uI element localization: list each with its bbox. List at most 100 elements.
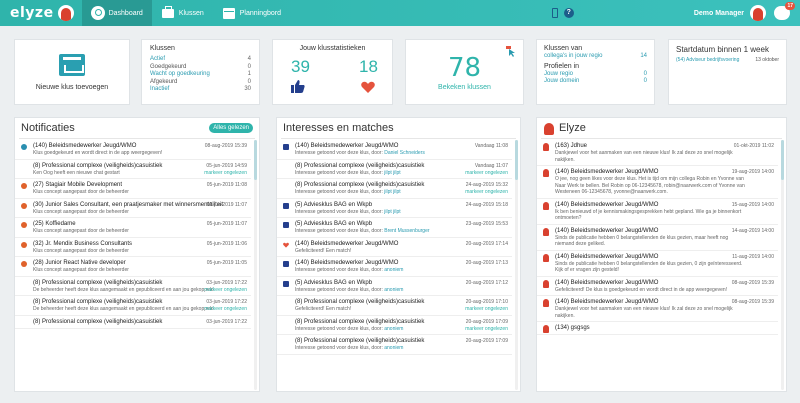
- notification-item[interactable]: (8) Professional complexe (veiligheids)c…: [15, 316, 251, 329]
- interest-text: Interesse getoond voor deze klus, door: …: [295, 287, 508, 294]
- notification-item[interactable]: (27) Stagiair Mobile Development Klus con…: [15, 179, 251, 199]
- elyze-scrollbar[interactable]: [781, 140, 784, 390]
- help-icon[interactable]: ?: [563, 8, 574, 18]
- interest-item[interactable]: (8) Professional complexe (veiligheids)c…: [277, 296, 512, 316]
- klussen-row-afgekeurd[interactable]: Afgekeurd 0: [150, 79, 251, 87]
- notification-item[interactable]: (8) Professional complexe (veiligheids)c…: [15, 277, 251, 296]
- elyze-message-date: 08-aug-2019 15:39: [731, 279, 774, 286]
- interest-person-link[interactable]: Brent Mussenburger: [384, 228, 429, 234]
- interest-date: Vandaag 11:08: [474, 143, 508, 149]
- interest-person-link[interactable]: Daniel Schneiders: [384, 150, 425, 156]
- interest-item[interactable]: (140) Beleidsmedewerker Jeugd/WMO Gefelic…: [277, 238, 512, 257]
- startdate-row[interactable]: (54) Adviseur bedrijfsvoering 13 oktober: [676, 57, 779, 63]
- notification-item[interactable]: (30) Junior Sales Consultant, een praatj…: [15, 199, 251, 218]
- elyze-message[interactable]: (140) Beleidsmedewerker Jeugd/WMO Sinds d…: [537, 225, 778, 251]
- elyze-avatar-icon: [543, 169, 549, 177]
- mark-unread-link[interactable]: markeer ongelezen: [465, 170, 508, 176]
- top-right: ? Demo Manager 17: [551, 0, 795, 26]
- klussen-row-value: 0: [247, 63, 251, 70]
- elyze-message[interactable]: (134) gsgsgs: [537, 322, 778, 335]
- notification-item[interactable]: (25) Koffiedame Klus concept aangepast do…: [15, 218, 251, 238]
- region-card: Klussen van collega's in jouw regio 14 Pr…: [536, 39, 655, 105]
- mark-unread-link[interactable]: markeer ongelezen: [204, 306, 247, 312]
- interest-item[interactable]: (8) Professional complexe (veiligheids)c…: [277, 160, 512, 179]
- elyze-avatar-icon: [543, 253, 549, 262]
- interest-item[interactable]: (8) Professional complexe (veiligheids)c…: [277, 179, 512, 199]
- klussen-row-wacht[interactable]: Wacht op goedkeuring 1: [150, 71, 251, 79]
- startdate-card: Startdatum binnen 1 week (54) Adviseur b…: [668, 39, 787, 105]
- user-name[interactable]: Demo Manager: [694, 10, 744, 17]
- notifications-panel: Notificaties Alles gelezen (140) Beleids…: [14, 117, 260, 392]
- notification-item[interactable]: (32) Jr. Mendix Business Consultants Klus…: [15, 238, 251, 257]
- mark-all-read-button[interactable]: Alles gelezen: [209, 123, 253, 133]
- notifications-scrollbar[interactable]: [254, 140, 257, 390]
- interests-scrollbar[interactable]: [515, 140, 518, 390]
- stats-title: Jouw klusstatistieken: [299, 45, 366, 52]
- klussen-row-label: Goedgekeurd: [150, 63, 187, 70]
- notification-item[interactable]: (8) Professional complexe (veiligheids)c…: [15, 296, 251, 316]
- status-dot-icon: [21, 261, 27, 267]
- elyze-message[interactable]: (163) Jdhue Dankjewel voor het aanmaken v…: [537, 140, 778, 166]
- notification-item[interactable]: (28) Junior React Native developer Klus c…: [15, 257, 251, 277]
- user-avatar[interactable]: [750, 5, 766, 21]
- interest-person-link[interactable]: anoniem: [384, 267, 403, 273]
- region-domain-row[interactable]: Jouw domein 0: [544, 78, 647, 85]
- main-nav: Dashboard Klussen Planningbord: [81, 0, 290, 26]
- logo[interactable]: elyze: [10, 5, 54, 21]
- interest-item[interactable]: (140) Beleidsmedewerker Jeugd/WMO Interes…: [277, 257, 512, 277]
- elyze-message-text: Gefeliciteerd! De klus is goedgekeurd en…: [555, 286, 728, 293]
- interest-text: Interesse getoond voor deze klus, door: …: [295, 345, 508, 352]
- chat-icon[interactable]: 17: [774, 2, 795, 20]
- interest-person-link[interactable]: jilpt jilpt: [384, 170, 400, 176]
- mark-unread-link[interactable]: markeer ongelezen: [465, 306, 508, 312]
- interest-item[interactable]: (8) Professional complexe (veiligheids)c…: [277, 316, 512, 335]
- nav-dashboard[interactable]: Dashboard: [81, 0, 152, 26]
- notification-item[interactable]: (8) Professional complexe (veiligheids)c…: [15, 160, 251, 179]
- klussen-row-goedgekeurd[interactable]: Goedgekeurd 0: [150, 64, 251, 72]
- phone-icon[interactable]: [551, 8, 558, 18]
- interest-text: Interesse getoond voor deze klus, door: …: [295, 228, 508, 235]
- interest-item[interactable]: (5) Adviesklus BAG en Wkpb Interesse geto…: [277, 218, 512, 238]
- notification-date: 03-jun-2019 17:22: [206, 279, 247, 286]
- region-own-row[interactable]: Jouw regio 0: [544, 71, 647, 78]
- stats-card: Jouw klusstatistieken 39 18: [272, 39, 393, 105]
- interest-person-link[interactable]: jilpt jilpt: [384, 189, 400, 195]
- interest-text-label: Interesse getoond voor deze klus, door:: [295, 228, 383, 234]
- notification-date: 05-jun-2019 11:06: [206, 240, 247, 247]
- elyze-message-date: 11-aug-2019 14:00: [732, 253, 774, 260]
- notification-date: 05-jun-2019 11:07: [206, 221, 247, 227]
- interest-person-link[interactable]: jilpt jilpt: [384, 209, 400, 215]
- nav-planningbord[interactable]: Planningbord: [213, 0, 290, 26]
- status-dot-icon: [21, 164, 27, 170]
- klussen-row-actief[interactable]: Actief 4: [150, 56, 251, 64]
- interest-date: 20-aug-2019 17:14: [465, 240, 508, 247]
- interest-person-link[interactable]: anoniem: [384, 326, 403, 332]
- klussen-row-inactief[interactable]: Inactief 30: [150, 86, 251, 94]
- region-profiles-title: Profielen in: [544, 63, 580, 70]
- startdate-title: Startdatum binnen 1 week: [676, 45, 769, 54]
- elyze-message[interactable]: (140) Beleidsmedewerker Jeugd/WMO Dankjew…: [537, 296, 778, 322]
- interest-text: Gefeliciteerd! Een match!: [295, 248, 508, 255]
- interest-item[interactable]: (5) Adviesklus BAG en Wkpb Interesse geto…: [277, 199, 512, 218]
- elyze-message[interactable]: (140) Beleidsmedewerker Jeugd/WMO Gefelic…: [537, 277, 778, 296]
- viewed-jobs-count: 78: [447, 53, 482, 83]
- interest-item[interactable]: (8) Professional complexe (veiligheids)c…: [277, 335, 512, 355]
- mark-unread-link[interactable]: markeer ongelezen: [465, 189, 508, 195]
- elyze-message[interactable]: (140) Beleidsmedewerker Jeugd/WMO O jee, …: [537, 166, 778, 199]
- mark-unread-link[interactable]: markeer ongelezen: [465, 326, 508, 332]
- interest-person-link[interactable]: anoniem: [384, 287, 403, 293]
- elyze-message[interactable]: (140) Beleidsmedewerker Jeugd/WMO Sinds d…: [537, 251, 778, 277]
- interest-item[interactable]: (5) Adviesklus BAG en Wkpb Interesse geto…: [277, 277, 512, 296]
- region-colleagues-row[interactable]: collega's in jouw regio 14: [544, 53, 647, 60]
- elyze-message[interactable]: (140) Beleidsmedewerker Jeugd/WMO Ik ben …: [537, 199, 778, 225]
- nav-klussen[interactable]: Klussen: [152, 0, 213, 26]
- heart-icon: [283, 242, 289, 248]
- mark-unread-link[interactable]: markeer ongelezen: [204, 287, 247, 293]
- interest-person-link[interactable]: anoniem: [384, 345, 403, 351]
- notification-item[interactable]: (140) Beleidsmedewerker Jeugd/WMO Klus go…: [15, 140, 251, 160]
- interest-item[interactable]: (140) Beleidsmedewerker Jeugd/WMO Interes…: [277, 140, 512, 160]
- mark-unread-link[interactable]: markeer ongelezen: [204, 170, 247, 176]
- viewed-jobs-card[interactable]: 78 Bekeken klussen: [405, 39, 524, 105]
- new-job-card[interactable]: Nieuwe klus toevoegen: [14, 39, 130, 105]
- interests-title: Interesses en matches: [283, 122, 394, 134]
